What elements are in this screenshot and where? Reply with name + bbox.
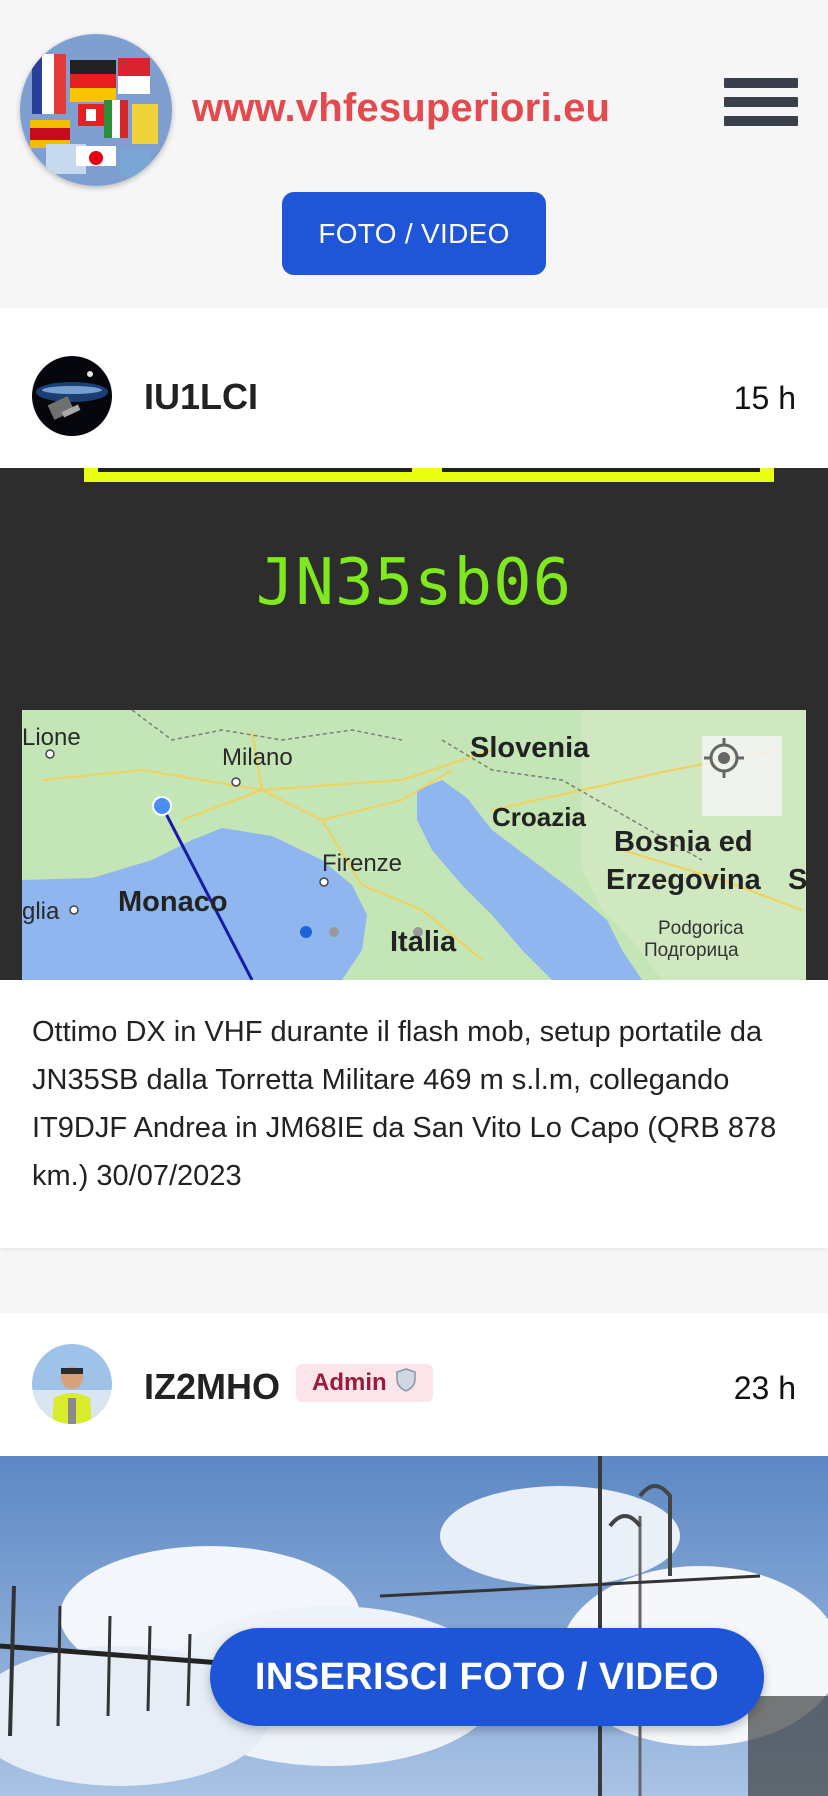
map-label-lione: Lione: [22, 724, 81, 751]
map-label-podgorica-cyrillic: Подгорица: [644, 940, 739, 961]
map-label-monaco: Monaco: [118, 886, 228, 918]
site-header: www.vhfesuperiori.eu FOTO / VIDEO: [0, 0, 828, 308]
map-label-bosnia-s: S: [788, 864, 806, 896]
post-media[interactable]: [0, 1456, 828, 1796]
site-logo[interactable]: [20, 34, 172, 186]
insert-photo-video-button[interactable]: INSERISCI FOTO / VIDEO: [210, 1628, 764, 1726]
post-time: 23 h: [733, 1370, 796, 1406]
map-label-italia: Italia: [390, 926, 457, 958]
avatar[interactable]: [32, 1344, 112, 1424]
map-label-milano: Milano: [222, 744, 293, 771]
post-time: 15 h: [733, 380, 796, 416]
locator-text: JN35sb06: [255, 546, 573, 620]
map-label-podgorica: Podgorica: [658, 918, 744, 939]
yellow-frame-bar: [84, 468, 774, 482]
locate-target-icon[interactable]: [702, 736, 782, 816]
hamburger-menu-icon[interactable]: [724, 78, 798, 142]
post-media[interactable]: JN35sb06 Lione Milano Slovenia Croazia B…: [0, 468, 828, 980]
map-label-glia: glia: [22, 898, 60, 925]
shield-icon: [395, 1367, 417, 1399]
badge-label: Admin: [312, 1369, 387, 1396]
post-card: IU1LCI 15 h JN35sb06 Lione Milano Sloven…: [0, 308, 828, 1248]
map-label-firenze: Firenze: [322, 850, 403, 877]
post-username[interactable]: IU1LCI: [144, 376, 258, 418]
map-label-bosnia-2: Erzegovina: [606, 864, 761, 896]
photo-video-button[interactable]: FOTO / VIDEO: [282, 192, 546, 275]
avatar[interactable]: [32, 356, 112, 436]
site-title[interactable]: www.vhfesuperiori.eu: [192, 86, 610, 131]
post-header: IU1LCI 15 h: [0, 308, 828, 468]
map-label-croazia: Croazia: [492, 802, 586, 832]
post-username[interactable]: IZ2MHO: [144, 1366, 280, 1408]
map-label-bosnia-1: Bosnia ed: [614, 826, 753, 858]
post-text: Ottimo DX in VHF durante il flash mob, s…: [32, 1016, 777, 1192]
map-label-slovenia: Slovenia: [470, 732, 590, 764]
map-view[interactable]: Lione Milano Slovenia Croazia Bosnia ed …: [22, 710, 806, 980]
admin-badge: Admin: [296, 1364, 433, 1402]
post-header: IZ2MHO Admin 23 h: [0, 1314, 828, 1474]
